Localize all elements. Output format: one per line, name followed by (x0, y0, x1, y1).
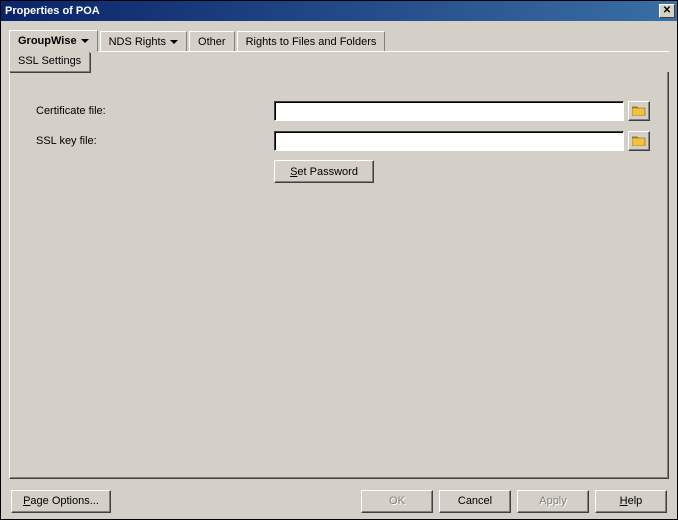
tab-label: NDS Rights (109, 36, 166, 48)
certificate-browse-button[interactable] (628, 101, 650, 121)
tab-rights-files-folders[interactable]: Rights to Files and Folders (237, 31, 386, 51)
properties-window: Properties of POA ✕ GroupWise NDS Rights… (0, 0, 678, 520)
titlebar: Properties of POA ✕ (1, 1, 677, 21)
btn-text: OK (389, 495, 405, 507)
page-options-button[interactable]: Page Options... (11, 490, 111, 513)
close-icon: ✕ (663, 6, 671, 16)
set-password-row: Set Password (34, 160, 650, 183)
tab-label: Rights to Files and Folders (246, 36, 377, 48)
close-button[interactable]: ✕ (659, 4, 675, 18)
window-title: Properties of POA (5, 5, 657, 17)
btn-text: Apply (539, 495, 567, 507)
certificate-file-input[interactable] (274, 101, 624, 121)
cancel-button[interactable]: Cancel (439, 490, 511, 513)
ssl-settings-form: Certificate file: SSL key file: (34, 100, 650, 183)
tab-other[interactable]: Other (189, 31, 235, 51)
content-area: GroupWise NDS Rights Other Rights to Fil… (1, 21, 677, 483)
tabs-row: GroupWise NDS Rights Other Rights to Fil… (9, 29, 669, 51)
folder-icon (632, 106, 646, 116)
tab-nds-rights[interactable]: NDS Rights (100, 31, 187, 51)
sslkey-row: SSL key file: (34, 130, 650, 152)
set-password-button[interactable]: Set Password (274, 160, 374, 183)
tab-label: Other (198, 36, 226, 48)
subtab-row: SSL Settings (9, 51, 669, 72)
btn-text: et Password (297, 166, 358, 178)
certificate-label: Certificate file: (34, 105, 274, 117)
tab-label: GroupWise (18, 35, 77, 47)
folder-icon (632, 136, 646, 146)
tab-groupwise[interactable]: GroupWise (9, 30, 98, 52)
sslkey-browse-button[interactable] (628, 131, 650, 151)
bottom-button-bar: Page Options... OK Cancel Apply Help (1, 483, 677, 519)
subtab-ssl-settings[interactable]: SSL Settings (9, 52, 90, 72)
chevron-down-icon (81, 39, 89, 43)
apply-button[interactable]: Apply (517, 490, 589, 513)
ok-button[interactable]: OK (361, 490, 433, 513)
certificate-row: Certificate file: (34, 100, 650, 122)
btn-text: Cancel (458, 495, 492, 507)
btn-text: age Options... (30, 495, 99, 507)
sslkey-label: SSL key file: (34, 135, 274, 147)
help-button[interactable]: Help (595, 490, 667, 513)
subtab-label: SSL Settings (18, 55, 81, 67)
btn-text: elp (628, 495, 643, 507)
mnemonic: H (620, 495, 628, 507)
chevron-down-icon (170, 40, 178, 44)
tab-panel: Certificate file: SSL key file: (9, 71, 669, 479)
ssl-key-file-input[interactable] (274, 131, 624, 151)
